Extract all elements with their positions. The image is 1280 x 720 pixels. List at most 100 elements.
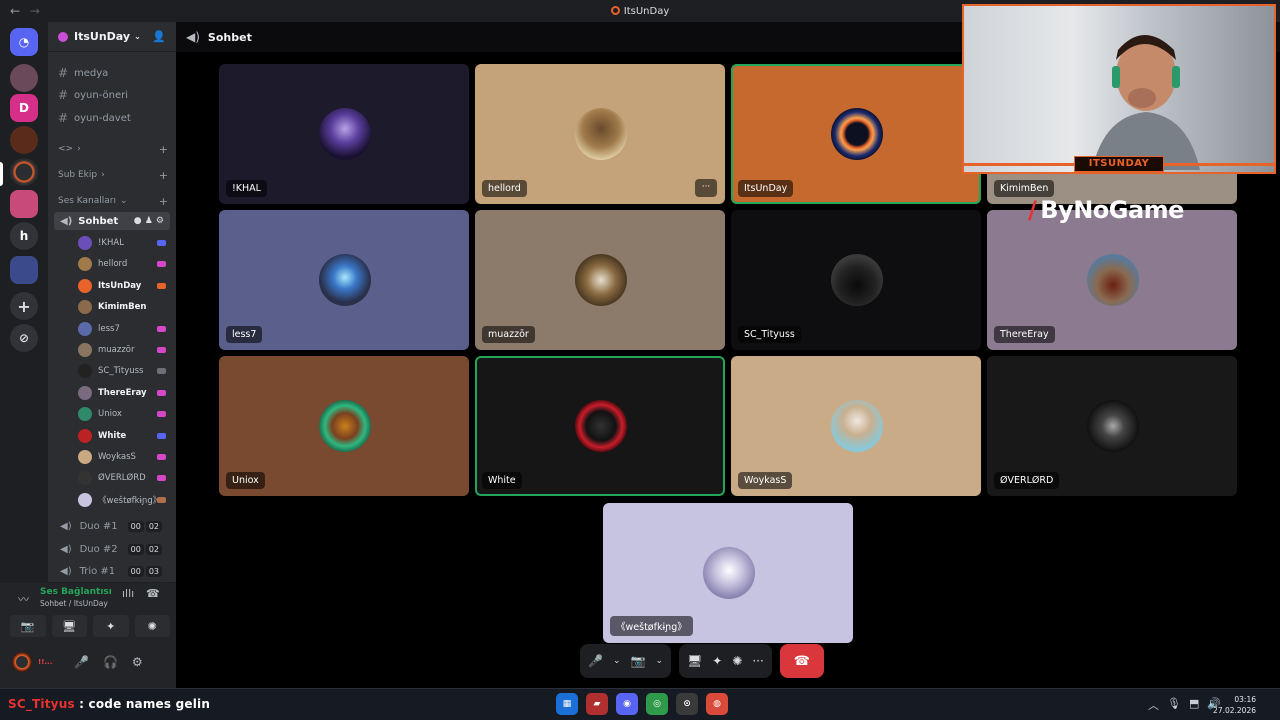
share-screen-icon[interactable]: 🖥 <box>687 654 702 668</box>
guild-icon <box>58 31 68 42</box>
voice-member[interactable]: SC_Tityuss <box>78 361 172 381</box>
participant-tile[interactable]: White <box>475 356 725 496</box>
limit: 02 <box>145 520 162 532</box>
participant-tile[interactable]: ØVERLØRD <box>987 356 1237 496</box>
settings-gear-icon[interactable]: ⚙ <box>132 655 143 669</box>
forward-arrow-icon[interactable]: → <box>30 4 40 18</box>
more-options-icon[interactable]: ··· <box>752 654 763 668</box>
server-icon[interactable] <box>10 126 38 154</box>
avatar <box>78 407 92 422</box>
participant-tile[interactable]: hellord ··· <box>475 64 725 204</box>
share-screen-button[interactable]: 🖥 <box>51 615 87 637</box>
add-channel-icon[interactable]: + <box>159 169 168 182</box>
disconnect-button[interactable]: ☎ <box>779 644 824 678</box>
activities-icon[interactable]: ✦ <box>712 654 722 668</box>
soundboard-button[interactable]: ✺ <box>134 615 170 637</box>
voice-member[interactable]: Uniox <box>78 404 172 424</box>
guild-header[interactable]: ItsUnDay ⌄ 👤 <box>48 22 176 52</box>
avatar[interactable] <box>12 652 32 672</box>
start-menu-icon[interactable]: ▦ <box>556 693 578 715</box>
activity-icon <box>157 368 166 375</box>
discord-icon[interactable]: ◉ <box>616 693 638 715</box>
chat-text: : code names gelin <box>74 697 211 711</box>
chevron-down-icon[interactable]: ⌄ <box>655 656 663 666</box>
activity-icon <box>157 325 166 332</box>
microphone-icon[interactable]: 🎤 <box>74 655 89 669</box>
server-icon[interactable]: D <box>10 94 38 122</box>
add-channel-icon[interactable]: + <box>159 195 168 208</box>
voice-member[interactable]: White <box>78 426 172 446</box>
server-icon[interactable] <box>10 64 38 92</box>
server-folder-icon[interactable] <box>10 256 38 284</box>
channel-oyun-oneri[interactable]: # oyun-öneri <box>48 85 176 105</box>
voice-member[interactable]: !KHAL <box>78 233 172 253</box>
chevron-down-icon[interactable]: ⌄ <box>613 656 621 666</box>
category-label: Ses Kanalları <box>58 196 116 206</box>
voice-channel-trio-1[interactable]: ◀) Trio #1 00 03 <box>54 561 170 581</box>
channel-oyun-davet[interactable]: # oyun-davet <box>48 108 176 128</box>
voice-member[interactable]: ØVERLØRD <box>78 468 172 488</box>
category-sub-ekip[interactable]: Sub Ekip › + <box>58 169 168 182</box>
voice-member[interactable]: ThereEray <box>78 383 172 403</box>
server-icon[interactable] <box>10 190 38 218</box>
headphones-icon[interactable]: 🎧 <box>103 655 118 669</box>
activity-icon <box>157 432 166 439</box>
signal-icon[interactable]: 〰 <box>18 591 29 607</box>
channel-medya[interactable]: # medya <box>48 63 176 83</box>
participant-tile[interactable]: less7 <box>219 210 469 350</box>
server-icon-itsunday[interactable] <box>10 158 38 186</box>
member-name: ThereEray <box>98 387 147 398</box>
sponsor-text: ByNoGame <box>1040 196 1184 224</box>
voice-status[interactable]: Ses Bağlantısı Kuruldu <box>40 587 114 597</box>
discover-icon[interactable]: ⊘ <box>10 324 38 352</box>
app-icon[interactable]: ⊙ <box>676 693 698 715</box>
voice-channel-duo-1[interactable]: ◀) Duo #1 00 02 <box>54 516 170 536</box>
server-icon[interactable]: h <box>10 222 38 250</box>
camera-button[interactable]: 📷 <box>10 615 46 637</box>
member-name: WoykasS <box>98 452 136 462</box>
participant-tile[interactable]: 《weštøfkɨɲg》 <box>603 503 853 643</box>
voice-member[interactable]: hellord <box>78 254 172 274</box>
microphone-icon[interactable]: 🎙 <box>1167 697 1181 713</box>
invite-icon[interactable]: 👤 <box>152 30 166 43</box>
activity-icon <box>157 389 166 396</box>
participant-tile[interactable]: muazzōr <box>475 210 725 350</box>
voice-channel-sohbet[interactable]: ◀) Sohbet ● ♟ ⚙ <box>54 212 170 230</box>
add-server-icon[interactable]: + <box>10 292 38 320</box>
chrome-icon[interactable]: ◎ <box>646 693 668 715</box>
voice-member[interactable]: less7 <box>78 319 172 339</box>
participant-tile[interactable]: ItsUnDay <box>731 64 981 204</box>
direct-messages-icon[interactable]: ◔ <box>10 28 38 56</box>
add-channel-icon[interactable]: + <box>159 143 168 156</box>
more-options-icon[interactable]: ··· <box>695 179 717 197</box>
participant-tile[interactable]: !KHAL <box>219 64 469 204</box>
category-collapsed[interactable]: <> › + <box>58 143 168 156</box>
chrome-icon[interactable]: ◍ <box>706 693 728 715</box>
voice-channel-name: Duo #1 <box>79 520 118 532</box>
soundboard-icon[interactable]: ✺ <box>732 654 742 668</box>
participant-tile[interactable]: SC_Tityuss <box>731 210 981 350</box>
channel-actions-icon[interactable]: ● ♟ ⚙ <box>134 216 164 226</box>
camera-off-icon[interactable]: 📷 <box>631 654 646 668</box>
voice-member[interactable]: 《weštøfkɨɲg》 <box>78 490 172 510</box>
chevron-up-icon[interactable]: ︿ <box>1148 697 1159 713</box>
username[interactable]: !!... <box>38 658 64 666</box>
app-icon[interactable]: ▰ <box>586 693 608 715</box>
microphone-icon[interactable]: 🎤 <box>588 654 603 668</box>
voice-member[interactable]: KimimBen <box>78 297 172 317</box>
voice-member[interactable]: ItsUnDay <box>78 276 172 296</box>
category-voice[interactable]: Ses Kanalları ⌄ + <box>58 195 168 208</box>
channel-name: oyun-davet <box>74 112 131 124</box>
back-arrow-icon[interactable]: ← <box>10 4 20 18</box>
noise-suppression-icon[interactable]: ıllı <box>122 587 134 600</box>
disconnect-icon[interactable]: ☎ <box>146 587 160 600</box>
display-icon[interactable]: ⬒ <box>1189 697 1199 713</box>
voice-channel-duo-2[interactable]: ◀) Duo #2 00 02 <box>54 539 170 559</box>
clock[interactable]: 03:16 27.02.2026 <box>1213 694 1256 716</box>
participant-tile[interactable]: WoykasS <box>731 356 981 496</box>
participant-tile[interactable]: Uniox <box>219 356 469 496</box>
participant-tile[interactable]: ThereEray <box>987 210 1237 350</box>
voice-member[interactable]: WoykasS <box>78 447 172 467</box>
voice-member[interactable]: muazzōr <box>78 340 172 360</box>
activities-button[interactable]: ✦ <box>93 615 129 637</box>
